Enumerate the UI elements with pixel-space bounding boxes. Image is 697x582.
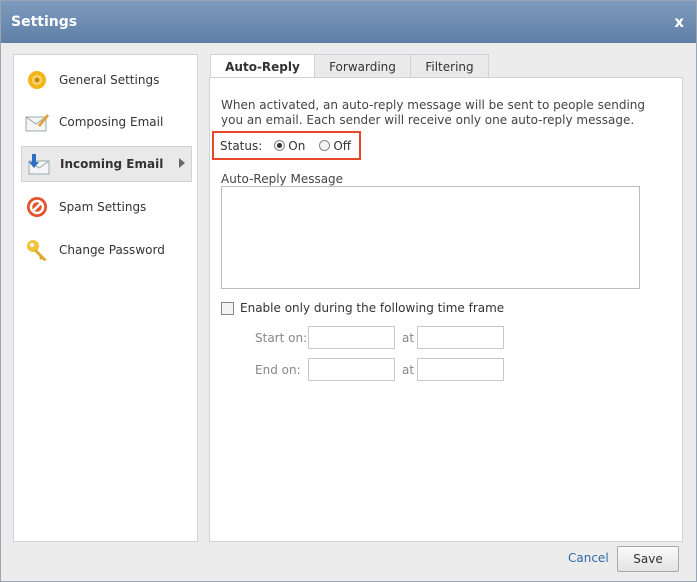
start-on-label: Start on: [255,331,308,345]
save-button[interactable]: Save [617,546,679,572]
auto-reply-message-textarea[interactable] [221,186,640,289]
sidebar-item-label: General Settings [59,73,160,87]
sidebar-item-label: Composing Email [59,115,164,129]
timeframe-label[interactable]: Enable only during the following time fr… [240,301,504,315]
close-icon[interactable]: x [674,13,684,31]
tab-auto-reply[interactable]: Auto-Reply [210,54,315,79]
sidebar-item-composing-email[interactable]: Composing Email [21,104,192,140]
status-control: Status: On Off [212,131,361,160]
cancel-link[interactable]: Cancel [568,551,609,565]
sidebar-item-label: Change Password [59,243,165,257]
dialog-title: Settings [11,14,78,30]
chevron-right-icon [179,158,185,168]
tab-filtering[interactable]: Filtering [410,54,489,78]
sidebar-item-general-settings[interactable]: General Settings [21,62,192,98]
settings-dialog: Settings x General Settings Composing Em… [0,0,697,582]
status-on-label[interactable]: On [288,139,305,153]
sidebar-item-label: Spam Settings [59,200,147,214]
timeframe-checkbox[interactable] [221,301,234,315]
incoming-icon [26,152,50,176]
sidebar-item-incoming-email[interactable]: Incoming Email [21,146,192,182]
title-bar: Settings x [1,1,696,43]
start-date-input[interactable] [308,326,395,349]
status-off-radio[interactable] [319,140,331,151]
timeframe-row: Enable only during the following time fr… [221,301,504,315]
sidebar-item-change-password[interactable]: Change Password [21,232,192,268]
auto-reply-description: When activated, an auto-reply message wi… [221,98,646,127]
tab-forwarding[interactable]: Forwarding [314,54,411,78]
end-time-input[interactable] [417,358,504,381]
end-at-label: at [402,363,415,377]
start-at-label: at [402,331,415,345]
end-on-label: End on: [255,363,301,377]
compose-icon [25,110,49,134]
block-icon [25,195,49,219]
auto-reply-message-label: Auto-Reply Message [221,172,344,186]
status-on-radio[interactable] [274,140,286,151]
start-time-input[interactable] [417,326,504,349]
key-icon [25,238,49,262]
settings-sidebar: General Settings Composing Email Incomin… [13,54,198,542]
sidebar-item-label: Incoming Email [60,157,164,171]
status-off-label[interactable]: Off [333,139,351,153]
end-date-input[interactable] [308,358,395,381]
gear-icon [25,68,49,92]
status-label: Status: [220,138,263,153]
sidebar-item-spam-settings[interactable]: Spam Settings [21,189,192,225]
